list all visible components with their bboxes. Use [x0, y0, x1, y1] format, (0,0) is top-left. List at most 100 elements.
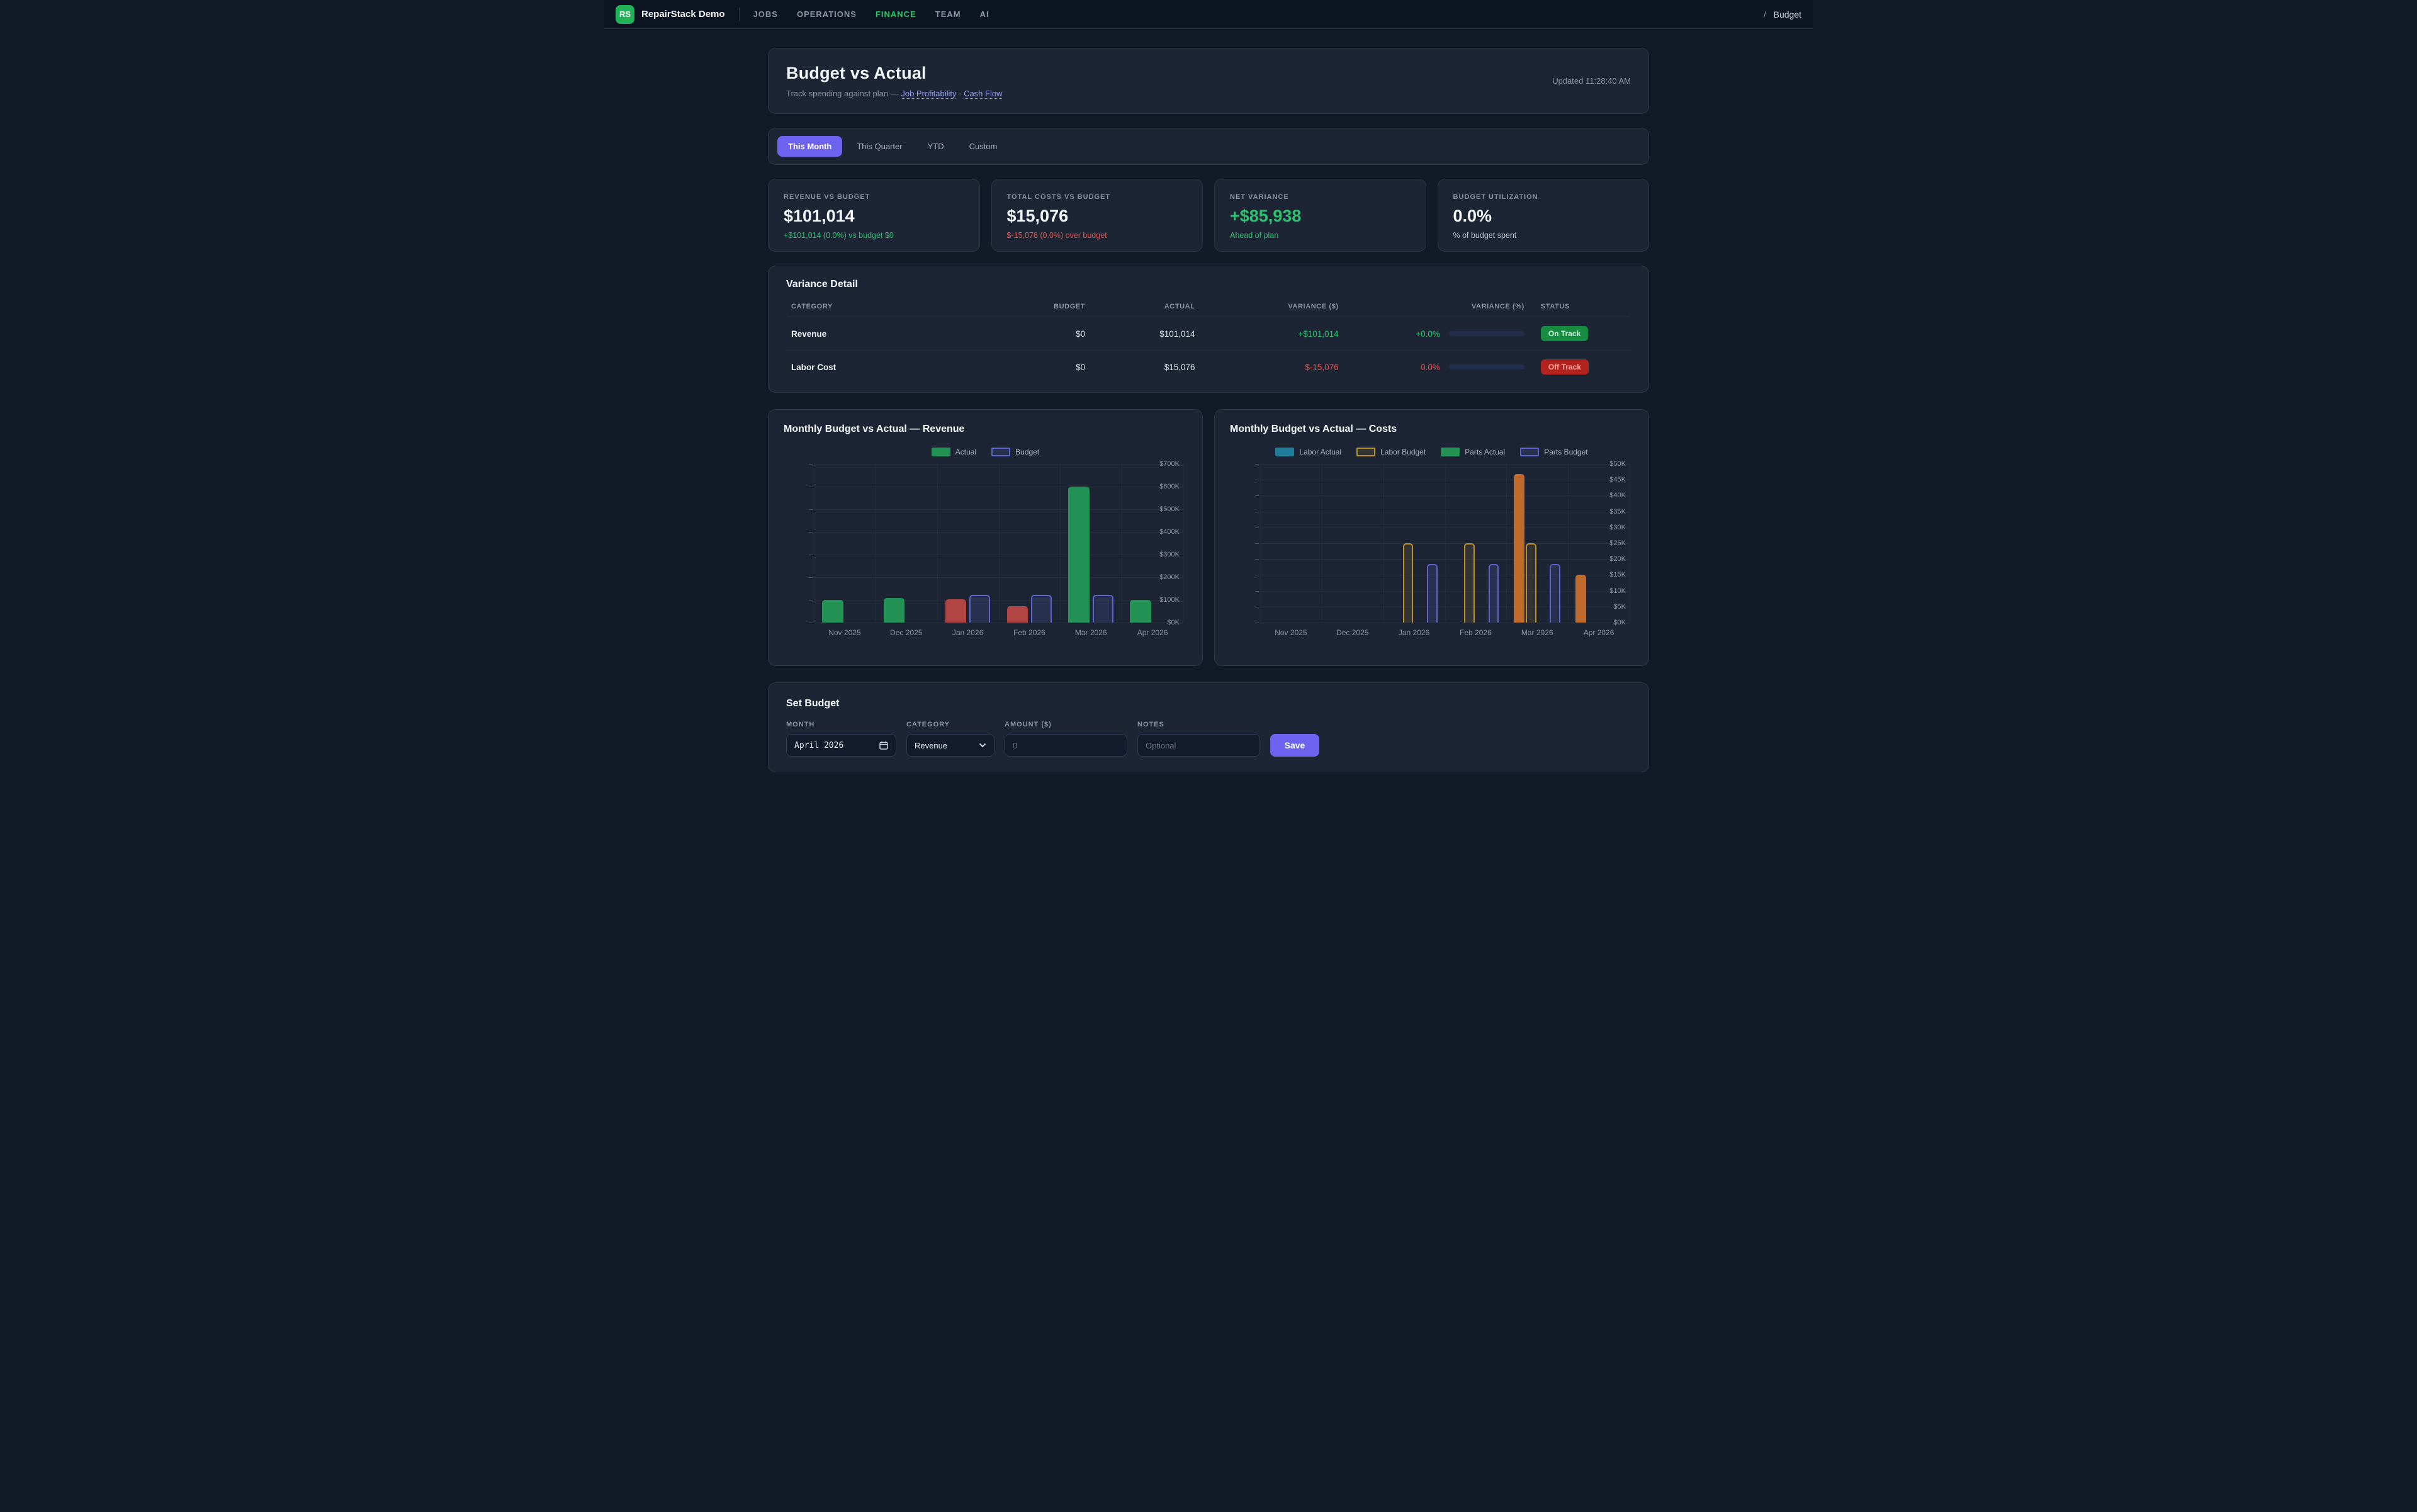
row-category: Labor Cost [786, 351, 989, 384]
category-select[interactable]: Revenue [906, 734, 994, 757]
brand-logo: RS [616, 5, 634, 24]
bar-labor-budget-jan-2026 [1403, 543, 1414, 623]
amount-input[interactable] [1013, 741, 1119, 750]
nav-item-team[interactable]: TEAM [935, 9, 961, 19]
y-axis-label: $200K [1159, 573, 1180, 581]
legend-item-parts-budget[interactable]: Parts Budget [1520, 448, 1587, 456]
legend-swatch [1520, 448, 1539, 456]
bar-budget-mar-2026 [1093, 595, 1114, 623]
job-profitability-link[interactable]: Job Profitability [901, 89, 956, 98]
gridline-v [1060, 464, 1061, 623]
tab-this-quarter[interactable]: This Quarter [846, 136, 913, 157]
variance-progress-bar [1449, 331, 1524, 336]
kpi-value: +$85,938 [1230, 206, 1411, 226]
axis-tick [1255, 559, 1259, 560]
axis-tick [1255, 464, 1259, 465]
axis-tick [809, 509, 813, 510]
kpi-note: $-15,076 (0.0%) over budget [1007, 231, 1188, 240]
variance-table: CATEGORY BUDGET ACTUAL VARIANCE ($) VARI… [786, 296, 1631, 383]
y-axis-label: $40K [1609, 492, 1626, 499]
row-variance-pct: +0.0% [1416, 329, 1440, 339]
legend-item-budget[interactable]: Budget [991, 448, 1039, 456]
x-axis-label: Mar 2026 [1060, 628, 1122, 637]
tab-this-month[interactable]: This Month [777, 136, 842, 157]
col-category: CATEGORY [786, 296, 989, 317]
save-button[interactable]: Save [1270, 734, 1319, 757]
legend-label: Actual [955, 448, 976, 456]
y-axis-label: $0K [1167, 619, 1180, 626]
table-row-labor-cost: Labor Cost $0 $15,076 $-15,076 0.0% Off … [786, 351, 1631, 384]
bar-actual-nov-2025 [822, 600, 843, 623]
nav-item-jobs[interactable]: JOBS [753, 9, 778, 19]
legend-swatch [1275, 448, 1294, 456]
notes-field-group: NOTES [1137, 721, 1260, 757]
row-budget: $0 [989, 317, 1090, 351]
y-axis-label: $5K [1613, 603, 1626, 611]
legend-item-labor-budget[interactable]: Labor Budget [1356, 448, 1426, 456]
legend-swatch [1441, 448, 1460, 456]
legend-swatch [932, 448, 950, 456]
gridline-v [1445, 464, 1446, 623]
bar-labor-budget-mar-2026 [1526, 543, 1536, 623]
notes-input[interactable] [1146, 741, 1252, 750]
row-variance-usd: $-15,076 [1200, 351, 1344, 384]
bar-budget-feb-2026 [1031, 595, 1052, 623]
axis-tick [1255, 495, 1259, 496]
nav-item-ai[interactable]: AI [980, 9, 989, 19]
breadcrumb-current: Budget [1774, 9, 1801, 20]
axis-tick [809, 532, 813, 533]
kpi-label: REVENUE VS BUDGET [784, 193, 964, 201]
legend-item-labor-actual[interactable]: Labor Actual [1275, 448, 1341, 456]
month-input[interactable]: April 2026 [786, 734, 896, 757]
legend-label: Parts Budget [1544, 448, 1587, 456]
charts-row: Monthly Budget vs Actual — Revenue Actua… [768, 409, 1649, 666]
bar-actual-jan-2026 [945, 599, 967, 623]
month-field-group: MONTH April 2026 [786, 721, 896, 757]
gridline-v [1506, 464, 1507, 623]
nav-item-operations[interactable]: OPERATIONS [797, 9, 857, 19]
bar-actual-mar-2026 [1068, 487, 1090, 623]
amount-field-group: AMOUNT ($) [1005, 721, 1127, 757]
variance-detail-title: Variance Detail [786, 279, 1631, 290]
y-axis-label: $30K [1609, 524, 1626, 531]
tab-ytd[interactable]: YTD [917, 136, 955, 157]
gridline-v [1568, 464, 1569, 623]
brand-name: RepairStack Demo [641, 9, 725, 20]
legend-item-actual[interactable]: Actual [932, 448, 976, 456]
y-axis-label: $45K [1609, 476, 1626, 483]
calendar-icon [879, 741, 888, 750]
row-variance-usd: +$101,014 [1200, 317, 1344, 351]
row-actual: $15,076 [1090, 351, 1200, 384]
gridline-v [1260, 464, 1261, 623]
notes-label: NOTES [1137, 721, 1260, 728]
cash-flow-link[interactable]: Cash Flow [964, 89, 1002, 98]
x-axis-label: Feb 2026 [1445, 628, 1506, 637]
breadcrumb-slash: / [1764, 9, 1766, 20]
revenue-chart-card: Monthly Budget vs Actual — Revenue Actua… [768, 409, 1203, 666]
bar-actual-apr-2026 [1130, 600, 1151, 623]
status-badge: On Track [1541, 326, 1588, 341]
bar-parts-budget-feb-2026 [1489, 564, 1499, 623]
y-axis-label: $100K [1159, 596, 1180, 604]
gridline-v [1383, 464, 1384, 623]
revenue-chart-title: Monthly Budget vs Actual — Revenue [784, 424, 1187, 435]
kpi-label: NET VARIANCE [1230, 193, 1411, 201]
kpi-revenue-vs-budget: REVENUE VS BUDGET $101,014 +$101,014 (0.… [768, 179, 980, 252]
legend-swatch [991, 448, 1010, 456]
x-axis-label: Feb 2026 [998, 628, 1060, 637]
kpi-label: BUDGET UTILIZATION [1453, 193, 1634, 201]
col-actual: ACTUAL [1090, 296, 1200, 317]
col-variance-pct: VARIANCE (%) [1344, 296, 1530, 317]
legend-label: Parts Actual [1465, 448, 1505, 456]
nav-item-finance[interactable]: FINANCE [876, 9, 916, 19]
kpi-row: REVENUE VS BUDGET $101,014 +$101,014 (0.… [768, 179, 1649, 252]
bar-labor-actual-mar-2026 [1514, 474, 1524, 623]
plot-area: $0K$100K$200K$300K$400K$500K$600K$700K [784, 464, 1187, 623]
nav-divider [739, 8, 740, 21]
plot-area: $0K$5K$10K$15K$20K$25K$30K$35K$40K$45K$5… [1230, 464, 1633, 623]
tab-custom[interactable]: Custom [959, 136, 1008, 157]
legend-item-parts-actual[interactable]: Parts Actual [1441, 448, 1505, 456]
kpi-note: % of budget spent [1453, 231, 1634, 240]
amount-label: AMOUNT ($) [1005, 721, 1127, 728]
kpi-budget-utilization: BUDGET UTILIZATION 0.0% % of budget spen… [1438, 179, 1650, 252]
